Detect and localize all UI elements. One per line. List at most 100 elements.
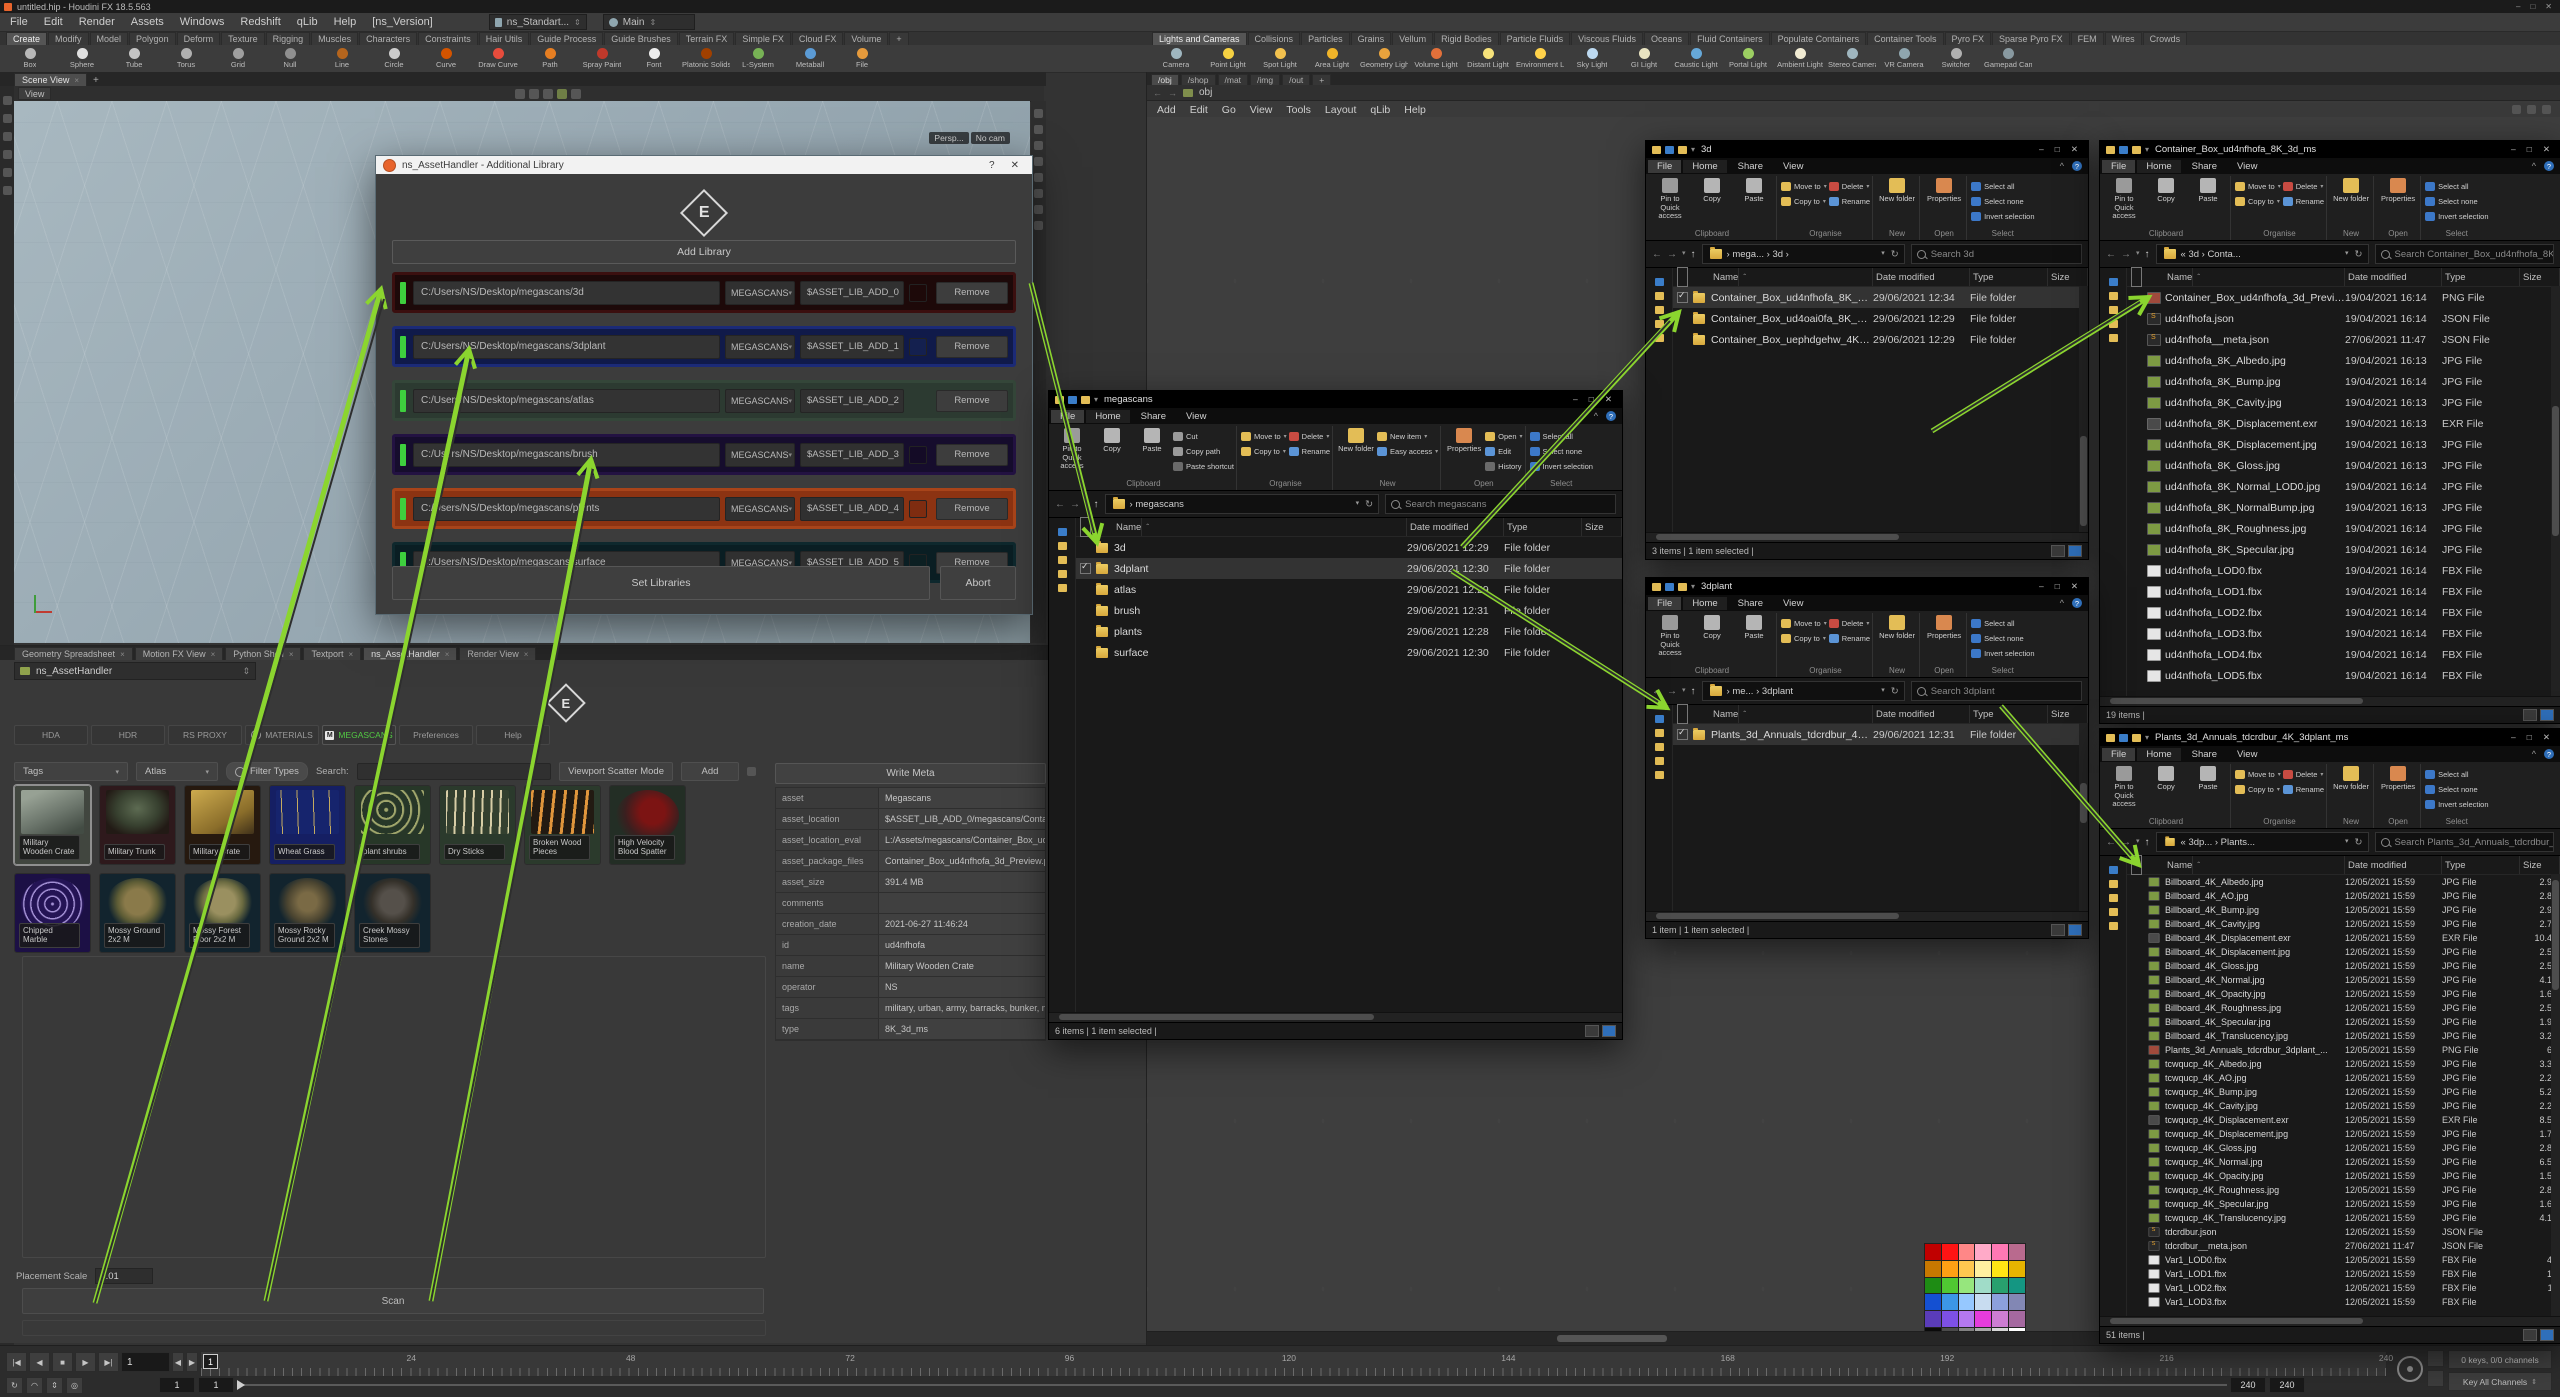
- menu-item[interactable]: Windows: [180, 16, 225, 28]
- invert-selection-button[interactable]: Invert selection: [2425, 797, 2488, 811]
- library-color-swatch[interactable]: [909, 284, 927, 302]
- panel-node-selector[interactable]: ns_AssetHandler ⇕: [14, 662, 256, 680]
- shelf-tool[interactable]: Draw Curve: [474, 48, 522, 69]
- easy-access-button[interactable]: Easy access▾: [1377, 444, 1438, 458]
- rail-icon[interactable]: [3, 168, 12, 177]
- persp-selector[interactable]: Persp...: [929, 132, 968, 144]
- invert-selection-button[interactable]: Invert selection: [2425, 209, 2488, 223]
- asset-tile[interactable]: Broken Wood Pieces: [524, 785, 601, 865]
- set-key-button[interactable]: [2397, 1356, 2423, 1382]
- select-none-button[interactable]: Select none: [2425, 194, 2488, 208]
- meta-value[interactable]: ud4nfhofa: [879, 935, 1045, 955]
- meta-value[interactable]: NS: [879, 977, 1045, 997]
- library-variable-field[interactable]: $ASSET_LIB_ADD_4: [800, 497, 904, 521]
- ribbon-tab-file[interactable]: File: [2102, 160, 2135, 173]
- library-type-dropdown[interactable]: MEGASCANS▾: [725, 281, 795, 305]
- shelf-tool[interactable]: Line: [318, 48, 366, 69]
- file-row[interactable]: Billboard_4K_Displacement.exr 12/05/2021…: [2127, 931, 2560, 945]
- onedrive-icon[interactable]: [1655, 715, 1664, 723]
- library-color-swatch[interactable]: [909, 446, 927, 464]
- asset-tile[interactable]: Mossy Rocky Ground 2x2 M: [269, 873, 346, 953]
- shelf-tab[interactable]: Container Tools: [1867, 32, 1943, 45]
- details-view-icon[interactable]: [2051, 924, 2065, 936]
- asset-tile[interactable]: Military Wooden Crate: [14, 785, 91, 865]
- menu-item[interactable]: Add: [1157, 104, 1176, 116]
- horizontal-scrollbar[interactable]: [2100, 696, 2560, 706]
- file-row[interactable]: ud4nfhofa_8K_Roughness.jpg 19/04/2021 16…: [2127, 518, 2560, 539]
- file-row[interactable]: tcwqucp_4K_Bump.jpg 12/05/2021 15:59 JPG…: [2127, 1085, 2560, 1099]
- file-row[interactable]: ud4nfhofa_LOD5.fbx 19/04/2021 16:14 FBX …: [2127, 665, 2560, 686]
- rename-button[interactable]: Rename: [2283, 782, 2324, 796]
- menu-item[interactable]: Help: [1404, 104, 1426, 116]
- asset-tile[interactable]: Chipped Marble: [14, 873, 91, 953]
- pane-tab[interactable]: ns_AssetHandler×: [363, 647, 457, 660]
- copy-button[interactable]: Copy: [1692, 176, 1732, 204]
- row-checkbox[interactable]: [1080, 563, 1091, 574]
- select-none-button[interactable]: Select none: [1971, 631, 2034, 645]
- column-name[interactable]: Nameˆ: [1110, 518, 1407, 536]
- copy-path-button[interactable]: Copy path: [1173, 444, 1234, 458]
- keys-status[interactable]: 0 keys, 0/0 channels: [2448, 1350, 2552, 1369]
- shelf-tab[interactable]: Rigid Bodies: [1434, 32, 1499, 45]
- shelf-tab[interactable]: Terrain FX: [679, 32, 735, 45]
- gallery-search-input[interactable]: [357, 763, 551, 780]
- shelf-tab[interactable]: Viscous Fluids: [1571, 32, 1643, 45]
- file-row[interactable]: tcwqucp_4K_Albedo.jpg 12/05/2021 15:59 J…: [2127, 1057, 2560, 1071]
- close-icon[interactable]: ×: [349, 650, 354, 659]
- select-all-button[interactable]: Select all: [1971, 179, 2034, 193]
- column-size[interactable]: Size: [2520, 268, 2560, 286]
- folder-icon[interactable]: [2109, 320, 2118, 328]
- column-type[interactable]: Type: [1504, 518, 1582, 536]
- row-checkbox[interactable]: [1677, 729, 1688, 740]
- ribbon-tab-file[interactable]: File: [2102, 748, 2135, 761]
- collapse-ribbon-icon[interactable]: ^: [1594, 411, 1598, 421]
- shelf-tool[interactable]: Camera: [1152, 48, 1200, 69]
- file-row[interactable]: ud4nfhofa_8K_Displacement.jpg 19/04/2021…: [2127, 434, 2560, 455]
- chevron-down-icon[interactable]: ▾: [1691, 582, 1695, 591]
- file-row[interactable]: tcwqucp_4K_AO.jpg 12/05/2021 15:59 JPG F…: [2127, 1071, 2560, 1085]
- move-to-button[interactable]: Move to▾: [2235, 179, 2281, 193]
- palette-color-swatch[interactable]: [1975, 1311, 1991, 1327]
- pin-quick-access-button[interactable]: Pin to Quick access: [2104, 764, 2144, 809]
- new-folder-button[interactable]: New folder: [2331, 176, 2371, 204]
- column-name[interactable]: Nameˆ: [2161, 268, 2345, 286]
- shelf-tool[interactable]: Grid: [214, 48, 262, 69]
- subtab[interactable]: MEGASCANS: [322, 725, 396, 745]
- shelf-tool[interactable]: Box: [6, 48, 54, 69]
- palette-color-swatch[interactable]: [1942, 1261, 1958, 1277]
- paste-button[interactable]: Paste: [2188, 764, 2228, 792]
- address-bar[interactable]: › me... › 3dplant ▾↻: [1702, 681, 1905, 701]
- select-none-button[interactable]: Select none: [1530, 444, 1593, 458]
- chevron-down-icon[interactable]: ▾: [1085, 499, 1089, 510]
- viewport-tool-icon[interactable]: [1034, 157, 1043, 166]
- search-box[interactable]: Search Container_Box_ud4nfhofa_8K_3d_ms: [2375, 244, 2555, 264]
- column-headers[interactable]: Nameˆ Date modified Type Size: [1673, 268, 2088, 287]
- chevron-down-icon[interactable]: ▾: [1356, 499, 1360, 510]
- file-row[interactable]: Billboard_4K_Opacity.jpg 12/05/2021 15:5…: [2127, 987, 2560, 1001]
- channels-icon[interactable]: [2427, 1370, 2444, 1387]
- file-row[interactable]: ud4nfhofa_8K_Displacement.exr 19/04/2021…: [2127, 413, 2560, 434]
- dialog-close-icon[interactable]: ✕: [1011, 160, 1019, 171]
- file-row[interactable]: Container_Box_ud4nfhofa_8K_3d_ms 29/06/2…: [1673, 287, 2088, 308]
- select-all-checkbox[interactable]: [1677, 267, 1688, 287]
- column-type[interactable]: Type: [1970, 705, 2048, 723]
- palette-color-swatch[interactable]: [1925, 1278, 1941, 1294]
- subtab[interactable]: HDA: [14, 725, 88, 745]
- pin-quick-access-button[interactable]: Pin to Quick access: [2104, 176, 2144, 221]
- back-icon[interactable]: ←: [1652, 249, 1662, 260]
- file-row[interactable]: Billboard_4K_Specular.jpg 12/05/2021 15:…: [2127, 1015, 2560, 1029]
- palette-color-swatch[interactable]: [1942, 1244, 1958, 1260]
- pane-tab[interactable]: Python Shell×: [225, 647, 301, 660]
- folder-icon[interactable]: [2109, 292, 2118, 300]
- ribbon-tab-home[interactable]: Home: [2137, 748, 2180, 761]
- nav-pane[interactable]: [1646, 705, 1673, 911]
- explorer-titlebar[interactable]: ▾ 3d – □ ✕: [1646, 141, 2088, 158]
- forward-icon[interactable]: →: [2121, 837, 2131, 848]
- shelf-tab[interactable]: Collisions: [1248, 32, 1301, 45]
- loop-toggle-icon[interactable]: ⇕: [46, 1377, 63, 1394]
- file-row[interactable]: plants 29/06/2021 12:28 File folder: [1076, 621, 1622, 642]
- dialog-titlebar[interactable]: ns_AssetHandler - Additional Library ? ✕: [376, 156, 1032, 174]
- explorer-titlebar[interactable]: ▾ megascans – □ ✕: [1049, 391, 1622, 408]
- shelf-tab[interactable]: Particle Fluids: [1500, 32, 1571, 45]
- close-icon[interactable]: ×: [120, 650, 125, 659]
